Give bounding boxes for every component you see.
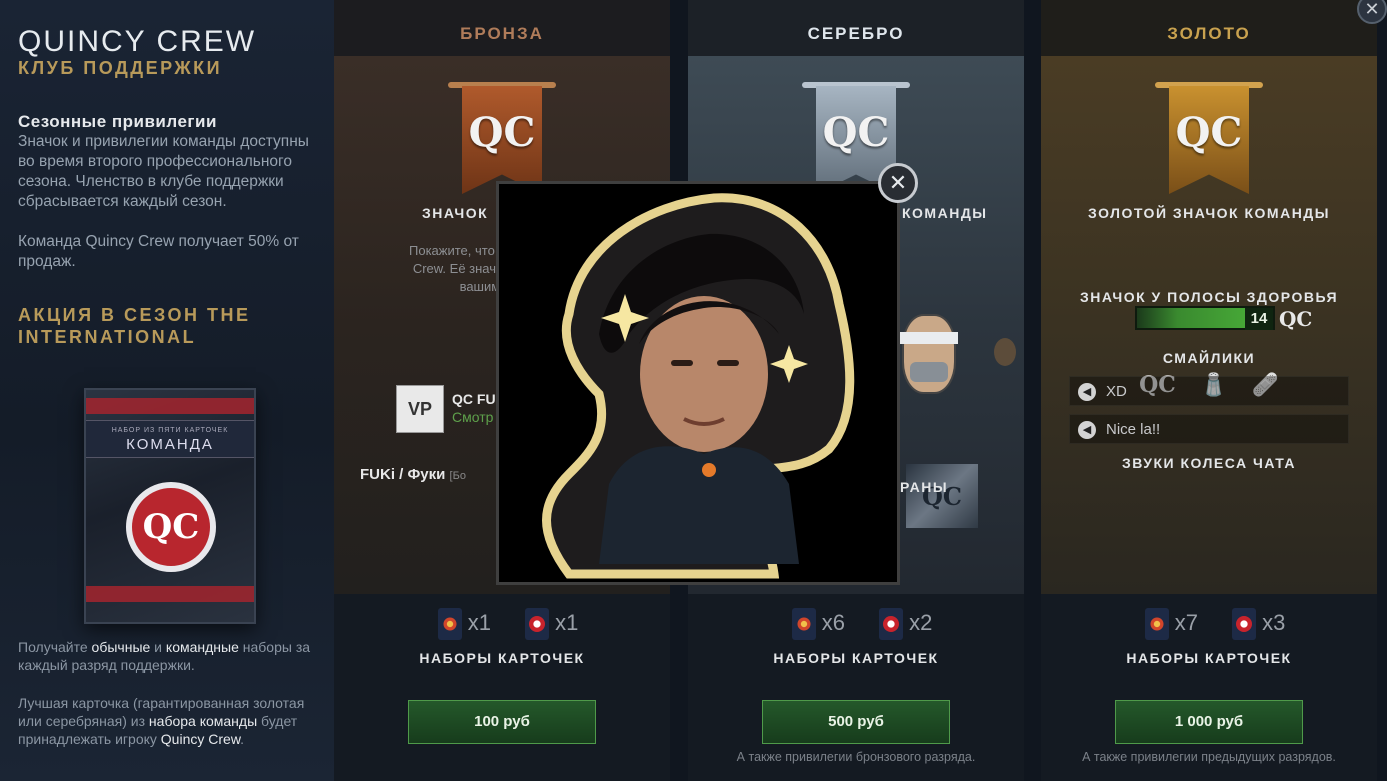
pack-emblem: QC xyxy=(126,482,216,572)
brand-subtitle: КЛУБ ПОДДЕРЖКИ xyxy=(18,58,223,78)
tier-bronze-footer: x1 x1 НАБОРЫ КАРТОЧЕК 100 руб xyxy=(334,594,670,781)
tier-silver-title: СЕРЕБРО xyxy=(688,0,1024,56)
pack-stripe-top xyxy=(86,398,254,414)
gold-badge-banner: QC xyxy=(1169,86,1249,194)
buy-silver-button[interactable]: 500 руб xyxy=(762,700,950,744)
tier-gold-body: QC ЗОЛОТОЙ ЗНАЧОК КОМАНДЫ 14 QC ЗНАЧОК У… xyxy=(1041,56,1377,594)
speaker-icon: ◀ xyxy=(1078,383,1096,402)
speaker-icon: ◀ xyxy=(1078,421,1096,440)
team-pack-icon xyxy=(525,608,550,640)
silver-badge-label: КОМАНДЫ xyxy=(902,205,988,221)
pack-band: НАБОР ИЗ ПЯТИ КАРТОЧЕК КОМАНДА xyxy=(86,420,254,458)
normal-pack-icon xyxy=(437,608,462,640)
tier-gold: ЗОЛОТО QC ЗОЛОТОЙ ЗНАЧОК КОМАНДЫ 14 QC З… xyxy=(1041,0,1377,781)
silver-packs: x6 x2 xyxy=(688,608,1024,640)
tier-bronze-title: БРОНЗА xyxy=(334,0,670,56)
player-tag: QC FU xyxy=(452,391,496,407)
tier-gold-footer: x7 x3 НАБОРЫ КАРТОЧЕК 1 000 руб А также … xyxy=(1041,594,1377,781)
team-pack-icon xyxy=(1232,608,1257,640)
gold-packs: x7 x3 xyxy=(1041,608,1377,640)
season-text: Значок и привилегии команды доступны во … xyxy=(18,133,309,210)
health-bar-badge: QC xyxy=(1279,307,1313,331)
buy-gold-button[interactable]: 1 000 руб xyxy=(1115,700,1303,744)
watch-link[interactable]: Смотр xyxy=(452,409,493,425)
normal-pack-icon xyxy=(791,608,816,640)
promo-title: АКЦИЯ В СЕЗОН THE INTERNATIONAL xyxy=(18,305,251,347)
pack-stripe-bottom xyxy=(86,586,254,602)
packs-note: Получайте обычные и командные наборы за … xyxy=(18,639,311,673)
player-line: FUKi / Фуки [Бо xyxy=(360,466,466,483)
hp-badge-label: ЗНАЧОК У ПОЛОСЫ ЗДОРОВЬЯ xyxy=(1079,289,1339,305)
buy-bronze-button[interactable]: 100 руб xyxy=(408,700,596,744)
player-portrait-sticker xyxy=(542,193,855,579)
bronze-packs-label: НАБОРЫ КАРТОЧЕК xyxy=(419,650,585,666)
chat-sound-nice[interactable]: ◀ Nice la!! xyxy=(1069,414,1349,444)
chat-sound-xd[interactable]: ◀ XD xyxy=(1069,376,1349,406)
gold-badge-label: ЗОЛОТОЙ ЗНАЧОК КОМАНДЫ xyxy=(1088,205,1330,221)
gold-packs-label: НАБОРЫ КАРТОЧЕК xyxy=(1126,650,1292,666)
best-card-note: Лучшая карточка (гарантированная золотая… xyxy=(18,695,305,747)
bronze-packs: x1 x1 xyxy=(334,608,670,640)
emoticons-label: СМАЙЛИКИ xyxy=(1162,350,1256,366)
chat-sounds-label: ЗВУКИ КОЛЕСА ЧАТА xyxy=(1121,455,1297,471)
mini-emoticon xyxy=(994,338,1016,366)
normal-pack-icon xyxy=(1144,608,1169,640)
modal-close-icon[interactable]: ✕ xyxy=(878,163,918,203)
gold-also-note: А также привилегии предыдущих разрядов. xyxy=(1082,750,1336,764)
emoticon-preview-modal xyxy=(496,181,900,585)
silver-also-note: А также привилегии бронзового разряда. xyxy=(736,750,976,764)
brand-title: QUINCY CREW xyxy=(18,25,257,58)
team-logo: VP xyxy=(396,385,444,433)
team-pack-icon xyxy=(879,608,904,640)
window-close-icon[interactable]: ✕ xyxy=(1357,0,1387,24)
team-card-pack: НАБОР ИЗ ПЯТИ КАРТОЧЕК КОМАНДА QC xyxy=(84,388,256,624)
season-title: Сезонные привилегии xyxy=(18,112,217,131)
loading-screen-thumb: QC xyxy=(906,464,978,528)
silver-packs-label: НАБОРЫ КАРТОЧЕК xyxy=(773,650,939,666)
silver-screens-label: РАНЫ xyxy=(900,479,949,495)
bronze-badge-banner: QC xyxy=(462,86,542,194)
pack-title: КОМАНДА xyxy=(126,436,214,453)
player-emoticon xyxy=(900,314,958,394)
sidebar-footer: Получайте обычные и командные наборы за … xyxy=(18,638,318,748)
health-bar-level: 14 xyxy=(1245,308,1273,330)
tier-silver-footer: x6 x2 НАБОРЫ КАРТОЧЕК 500 руб А также пр… xyxy=(688,594,1024,781)
pack-subtitle: НАБОР ИЗ ПЯТИ КАРТОЧЕК xyxy=(111,427,229,434)
tier-gold-title: ЗОЛОТО xyxy=(1041,0,1377,56)
share-text: Команда Quincy Crew получает 50% от прод… xyxy=(18,233,299,270)
